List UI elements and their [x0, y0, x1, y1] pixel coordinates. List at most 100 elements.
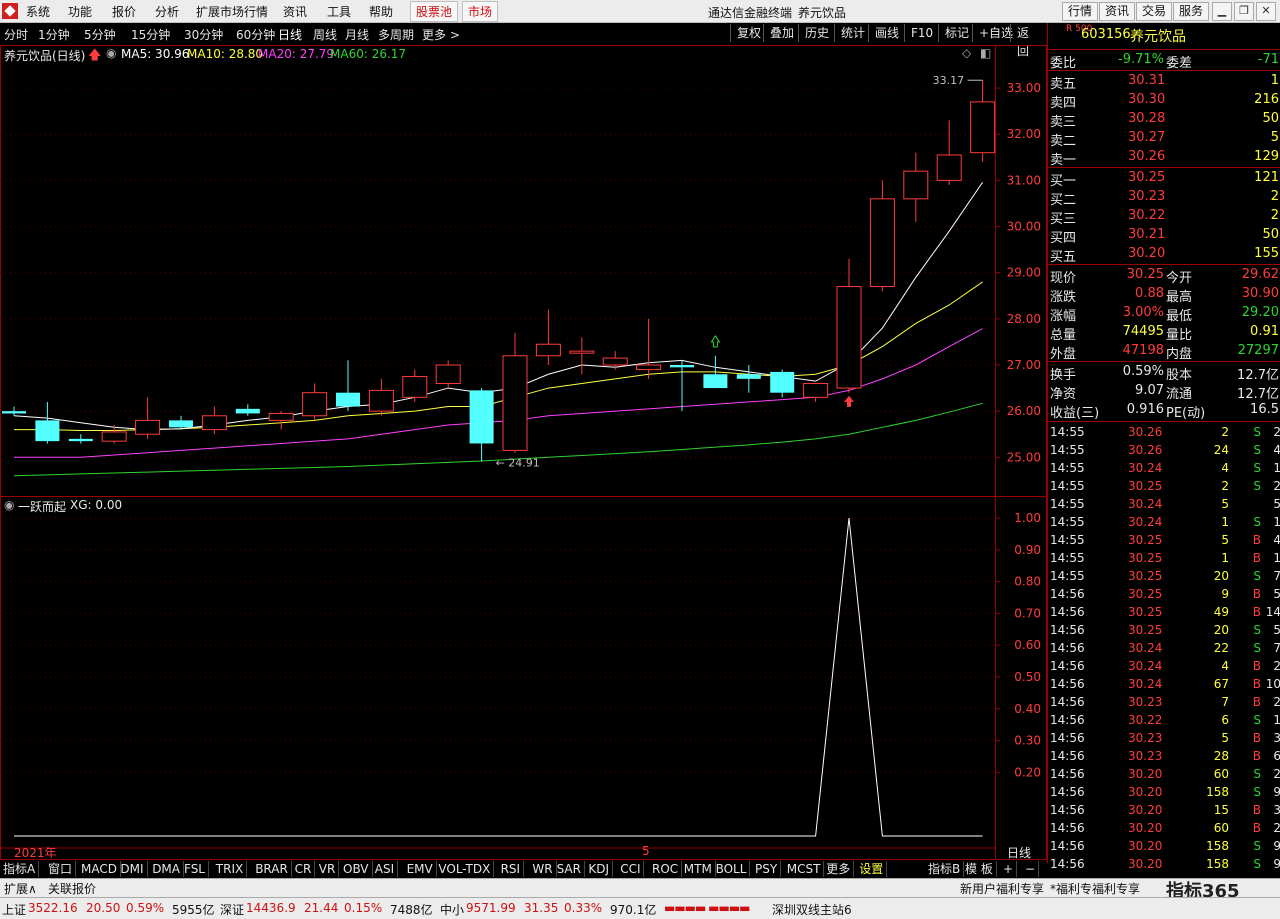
tab-11[interactable]: ASI: [372, 861, 399, 877]
tab-19[interactable]: ROC: [649, 861, 683, 877]
promo-welfare[interactable]: *福利专福利专享: [1050, 880, 1140, 897]
tab-14[interactable]: RSI: [498, 861, 525, 877]
bid-row[interactable]: 买五 30.20 155: [1048, 245, 1280, 265]
tick-row[interactable]: 14:55 30.25 20 S 7: [1048, 568, 1280, 586]
tick-row[interactable]: 14:56 30.25 9 B 5: [1048, 586, 1280, 604]
tick-row[interactable]: 14:56 30.20 60 B 2: [1048, 820, 1280, 838]
tab-20[interactable]: MTM: [681, 861, 716, 877]
tab-25[interactable]: 设置: [856, 861, 888, 877]
tick-row[interactable]: 14:55 30.26 2 S 2: [1048, 424, 1280, 442]
btn-draw[interactable]: 画线: [868, 24, 905, 42]
period-60min[interactable]: 60分钟: [236, 26, 275, 43]
menu-tools[interactable]: 工具: [327, 3, 351, 20]
btn-quotes[interactable]: 行情: [1062, 2, 1099, 21]
btn-stats[interactable]: 统计: [834, 24, 871, 42]
stat-row[interactable]: 涨跌 0.88 最高 30.90: [1048, 285, 1280, 305]
ask-row[interactable]: 卖五 30.31 1: [1048, 72, 1280, 92]
tick-row[interactable]: 14:56 30.20 158 S 9: [1048, 856, 1280, 874]
bid-row[interactable]: 买二 30.23 2: [1048, 188, 1280, 208]
server-status[interactable]: 深圳双线主站6: [772, 901, 852, 918]
btn-f10[interactable]: F10: [904, 24, 939, 42]
minimize-icon[interactable]: ▁: [1212, 2, 1232, 21]
tick-row[interactable]: 14:56 30.20 158 S 9: [1048, 838, 1280, 856]
menu-system[interactable]: 系统: [26, 3, 50, 20]
tab-4[interactable]: DMA: [149, 861, 184, 877]
btn-history[interactable]: 历史: [798, 24, 835, 42]
tick-row[interactable]: 14:56 30.23 5 B 3: [1048, 730, 1280, 748]
stat-row[interactable]: 总量 74495 量比 0.91: [1048, 323, 1280, 343]
tab-17[interactable]: KDJ: [585, 861, 614, 877]
stat-row[interactable]: 涨幅 3.00% 最低 29.20: [1048, 304, 1280, 324]
btn-service[interactable]: 服务: [1173, 2, 1210, 21]
period-15min[interactable]: 15分钟: [131, 26, 170, 43]
tab-0[interactable]: 指标A: [0, 861, 40, 877]
tick-row[interactable]: 14:55 30.24 5 5: [1048, 496, 1280, 514]
btn-back[interactable]: 返回: [1010, 24, 1046, 58]
period-more[interactable]: 更多 >: [422, 26, 460, 43]
tab-10[interactable]: OBV: [340, 861, 373, 877]
bid-row[interactable]: 买三 30.22 2: [1048, 207, 1280, 227]
tab-1[interactable]: 窗口: [45, 861, 77, 877]
menu-analysis[interactable]: 分析: [155, 3, 179, 20]
tick-row[interactable]: 14:56 30.24 67 B 10: [1048, 676, 1280, 694]
tab-2[interactable]: MACD: [78, 861, 121, 877]
tab-22[interactable]: PSY: [752, 861, 782, 877]
tick-row[interactable]: 14:55 30.25 1 B 1: [1048, 550, 1280, 568]
ask-row[interactable]: 卖一 30.26 129: [1048, 148, 1280, 168]
tick-row[interactable]: 14:56 30.22 6 S 1: [1048, 712, 1280, 730]
menu-function[interactable]: 功能: [68, 3, 92, 20]
tab-related-quotes[interactable]: 关联报价: [48, 880, 96, 897]
tab-right-0[interactable]: 指标B: [925, 861, 965, 877]
tick-row[interactable]: 14:56 30.25 49 B 14: [1048, 604, 1280, 622]
menu-stock-pool[interactable]: 股票池: [410, 1, 459, 22]
btn-trade[interactable]: 交易: [1136, 2, 1173, 21]
btn-news[interactable]: 资讯: [1099, 2, 1136, 21]
tab-3[interactable]: DMI: [117, 861, 148, 877]
menu-extended-market[interactable]: 扩展市场行情: [196, 3, 268, 20]
tab-21[interactable]: BOLL: [713, 861, 751, 877]
bid-row[interactable]: 买四 30.21 50: [1048, 226, 1280, 246]
menu-info[interactable]: 资讯: [283, 3, 307, 20]
tick-row[interactable]: 14:55 30.25 2 S 2: [1048, 478, 1280, 496]
tab-5[interactable]: FSL: [181, 861, 209, 877]
btn-overlay[interactable]: 叠加: [763, 24, 800, 42]
stat-row[interactable]: 净资 9.07 流通 12.7亿: [1048, 382, 1280, 402]
promo-new-user[interactable]: 新用户福利专享: [960, 880, 1044, 897]
tick-row[interactable]: 14:56 30.20 60 S 2: [1048, 766, 1280, 784]
tab-15[interactable]: WR: [529, 861, 557, 877]
bid-row[interactable]: 买一 30.25 121: [1048, 169, 1280, 189]
tab-16[interactable]: SAR: [554, 861, 585, 877]
close-icon[interactable]: ✕: [1256, 2, 1276, 21]
period-weekly[interactable]: 周线: [313, 26, 337, 43]
stat-row[interactable]: 换手 0.59% 股本 12.7亿: [1048, 363, 1280, 383]
tab-8[interactable]: CR: [292, 861, 316, 877]
menu-quote[interactable]: 报价: [112, 3, 136, 20]
period-multi[interactable]: 多周期: [378, 26, 414, 43]
tab-7[interactable]: BRAR: [252, 861, 292, 877]
tab-12[interactable]: EMV: [404, 861, 437, 877]
tab-right-3[interactable]: −: [1022, 861, 1040, 877]
stat-row[interactable]: 现价 30.25 今开 29.62: [1048, 266, 1280, 286]
period-1min[interactable]: 1分钟: [38, 26, 70, 43]
tab-right-1[interactable]: 模 板: [962, 861, 997, 877]
tick-row[interactable]: 14:56 30.20 15 B 3: [1048, 802, 1280, 820]
tick-row[interactable]: 14:56 30.25 20 S 5: [1048, 622, 1280, 640]
tick-row[interactable]: 14:55 30.25 5 B 4: [1048, 532, 1280, 550]
tick-row[interactable]: 14:56 30.24 22 S 7: [1048, 640, 1280, 658]
ask-row[interactable]: 卖三 30.28 50: [1048, 110, 1280, 130]
tab-expand[interactable]: 扩展∧: [4, 880, 37, 897]
btn-mark[interactable]: 标记: [938, 24, 975, 42]
ask-row[interactable]: 卖四 30.30 216: [1048, 91, 1280, 111]
tab-6[interactable]: TRIX: [213, 861, 248, 877]
menu-help[interactable]: 帮助: [369, 3, 393, 20]
tick-row[interactable]: 14:55 30.26 24 S 4: [1048, 442, 1280, 460]
tab-9[interactable]: VR: [316, 861, 340, 877]
tick-row[interactable]: 14:55 30.24 1 S 1: [1048, 514, 1280, 532]
tick-row[interactable]: 14:56 30.24 4 B 2: [1048, 658, 1280, 676]
period-daily[interactable]: 日线: [278, 26, 302, 43]
ask-row[interactable]: 卖二 30.27 5: [1048, 129, 1280, 149]
menu-market[interactable]: 市场: [462, 1, 499, 22]
tick-row[interactable]: 14:56 30.23 28 B 6: [1048, 748, 1280, 766]
tick-row[interactable]: 14:55 30.24 4 S 1: [1048, 460, 1280, 478]
tab-right-2[interactable]: +: [1000, 861, 1018, 877]
